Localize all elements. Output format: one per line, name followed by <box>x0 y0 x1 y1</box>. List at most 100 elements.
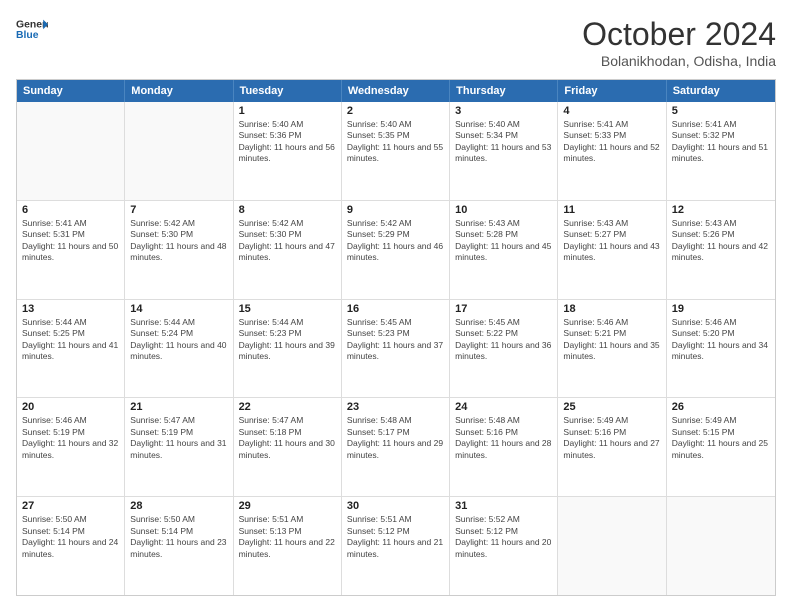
sunrise-text: Sunrise: 5:46 AM <box>22 415 119 426</box>
sunset-text: Sunset: 5:25 PM <box>22 328 119 339</box>
header-day-wednesday: Wednesday <box>342 80 450 102</box>
sunset-text: Sunset: 5:12 PM <box>347 526 444 537</box>
sunrise-text: Sunrise: 5:41 AM <box>672 119 770 130</box>
sunrise-text: Sunrise: 5:47 AM <box>130 415 227 426</box>
sunrise-text: Sunrise: 5:49 AM <box>563 415 660 426</box>
calendar-header: SundayMondayTuesdayWednesdayThursdayFrid… <box>17 80 775 102</box>
sunrise-text: Sunrise: 5:50 AM <box>22 514 119 525</box>
calendar-cell: 11Sunrise: 5:43 AMSunset: 5:27 PMDayligh… <box>558 201 666 299</box>
calendar-cell <box>667 497 775 595</box>
header-day-tuesday: Tuesday <box>234 80 342 102</box>
daylight-text: Daylight: 11 hours and 24 minutes. <box>22 537 119 560</box>
day-number: 13 <box>22 303 119 315</box>
sunset-text: Sunset: 5:24 PM <box>130 328 227 339</box>
calendar-cell: 21Sunrise: 5:47 AMSunset: 5:19 PMDayligh… <box>125 398 233 496</box>
daylight-text: Daylight: 11 hours and 28 minutes. <box>455 438 552 461</box>
calendar-cell: 4Sunrise: 5:41 AMSunset: 5:33 PMDaylight… <box>558 102 666 200</box>
day-number: 27 <box>22 500 119 512</box>
day-number: 9 <box>347 204 444 216</box>
day-number: 26 <box>672 401 770 413</box>
header-day-sunday: Sunday <box>17 80 125 102</box>
day-number: 29 <box>239 500 336 512</box>
calendar-row-2: 6Sunrise: 5:41 AMSunset: 5:31 PMDaylight… <box>17 201 775 300</box>
calendar-cell: 24Sunrise: 5:48 AMSunset: 5:16 PMDayligh… <box>450 398 558 496</box>
sunrise-text: Sunrise: 5:51 AM <box>239 514 336 525</box>
day-number: 23 <box>347 401 444 413</box>
header-day-monday: Monday <box>125 80 233 102</box>
sunset-text: Sunset: 5:19 PM <box>130 427 227 438</box>
daylight-text: Daylight: 11 hours and 23 minutes. <box>130 537 227 560</box>
title-section: October 2024 Bolanikhodan, Odisha, India <box>582 16 776 69</box>
daylight-text: Daylight: 11 hours and 51 minutes. <box>672 142 770 165</box>
sunrise-text: Sunrise: 5:44 AM <box>239 317 336 328</box>
day-number: 6 <box>22 204 119 216</box>
day-number: 3 <box>455 105 552 117</box>
sunrise-text: Sunrise: 5:43 AM <box>672 218 770 229</box>
calendar-cell: 19Sunrise: 5:46 AMSunset: 5:20 PMDayligh… <box>667 300 775 398</box>
day-number: 19 <box>672 303 770 315</box>
day-number: 31 <box>455 500 552 512</box>
calendar-body: 1 Sunrise: 5:40 AM Sunset: 5:36 PM Daylight… <box>17 102 775 595</box>
day-number: 2 <box>347 105 444 117</box>
sunset-text: Sunset: 5:30 PM <box>130 229 227 240</box>
calendar-cell: 15Sunrise: 5:44 AMSunset: 5:23 PMDayligh… <box>234 300 342 398</box>
sunset-text: Sunset: 5:21 PM <box>563 328 660 339</box>
sunset-text: Sunset: 5:36 PM <box>239 130 336 141</box>
calendar-cell: 1Sunrise: 5:40 AMSunset: 5:36 PMDaylight… <box>234 102 342 200</box>
day-number: 5 <box>672 105 770 117</box>
daylight-text: Daylight: 11 hours and 34 minutes. <box>672 340 770 363</box>
calendar-cell: 5 Sunrise: 5:41 AMSunset: 5:32 PMDaylight… <box>667 102 775 200</box>
calendar-cell: 3 Sunrise: 5:40 AMSunset: 5:34 PMDaylight… <box>450 102 558 200</box>
calendar-cell: 16Sunrise: 5:45 AMSunset: 5:23 PMDayligh… <box>342 300 450 398</box>
sunset-text: Sunset: 5:26 PM <box>672 229 770 240</box>
calendar-cell: 30Sunrise: 5:51 AMSunset: 5:12 PMDayligh… <box>342 497 450 595</box>
calendar-cell: 29Sunrise: 5:51 AMSunset: 5:13 PMDayligh… <box>234 497 342 595</box>
calendar-cell: 22Sunrise: 5:47 AMSunset: 5:18 PMDayligh… <box>234 398 342 496</box>
sunset-text: Sunset: 5:23 PM <box>239 328 336 339</box>
calendar-cell: 31Sunrise: 5:52 AMSunset: 5:12 PMDayligh… <box>450 497 558 595</box>
daylight-text: Daylight: 11 hours and 46 minutes. <box>347 241 444 264</box>
sunset-text: Sunset: 5:35 PM <box>347 130 444 141</box>
sunrise-text: Sunrise: 5:46 AM <box>563 317 660 328</box>
sunrise-text: Sunrise: 5:41 AM <box>563 119 660 130</box>
calendar: SundayMondayTuesdayWednesdayThursdayFrid… <box>16 79 776 596</box>
sunset-text: Sunset: 5:29 PM <box>347 229 444 240</box>
day-number: 18 <box>563 303 660 315</box>
daylight-text: Daylight: 11 hours and 42 minutes. <box>672 241 770 264</box>
daylight-text: Daylight: 11 hours and 53 minutes. <box>455 142 552 165</box>
daylight-text: Daylight: 11 hours and 50 minutes. <box>22 241 119 264</box>
day-number: 21 <box>130 401 227 413</box>
sunrise-text: Sunrise: 5:44 AM <box>22 317 119 328</box>
sunset-text: Sunset: 5:18 PM <box>239 427 336 438</box>
sunrise-text: Sunrise: 5:40 AM <box>455 119 552 130</box>
daylight-text: Daylight: 11 hours and 20 minutes. <box>455 537 552 560</box>
sunset-text: Sunset: 5:19 PM <box>22 427 119 438</box>
sunset-text: Sunset: 5:32 PM <box>672 130 770 141</box>
day-number: 1 <box>239 105 336 117</box>
calendar-cell: 25Sunrise: 5:49 AMSunset: 5:16 PMDayligh… <box>558 398 666 496</box>
calendar-cell: 6Sunrise: 5:41 AMSunset: 5:31 PMDaylight… <box>17 201 125 299</box>
daylight-text: Daylight: 11 hours and 37 minutes. <box>347 340 444 363</box>
day-number: 4 <box>563 105 660 117</box>
sunrise-text: Sunrise: 5:42 AM <box>347 218 444 229</box>
header-day-friday: Friday <box>558 80 666 102</box>
sunset-text: Sunset: 5:22 PM <box>455 328 552 339</box>
day-number: 24 <box>455 401 552 413</box>
calendar-row-5: 27Sunrise: 5:50 AMSunset: 5:14 PMDayligh… <box>17 497 775 595</box>
daylight-text: Daylight: 11 hours and 22 minutes. <box>239 537 336 560</box>
sunset-text: Sunset: 5:34 PM <box>455 130 552 141</box>
header: General Blue October 2024 Bolanikhodan, … <box>16 16 776 69</box>
daylight-text: Daylight: 11 hours and 27 minutes. <box>563 438 660 461</box>
daylight-text: Daylight: 11 hours and 21 minutes. <box>347 537 444 560</box>
sunset-text: Sunset: 5:14 PM <box>22 526 119 537</box>
header-day-saturday: Saturday <box>667 80 775 102</box>
sunset-text: Sunset: 5:16 PM <box>455 427 552 438</box>
sunrise-text: Sunrise: 5:43 AM <box>563 218 660 229</box>
calendar-cell: 13Sunrise: 5:44 AMSunset: 5:25 PMDayligh… <box>17 300 125 398</box>
calendar-row-1: 1 Sunrise: 5:40 AM Sunset: 5:36 PM Daylight… <box>17 102 775 201</box>
calendar-cell: 28Sunrise: 5:50 AMSunset: 5:14 PMDayligh… <box>125 497 233 595</box>
calendar-cell <box>125 102 233 200</box>
sunrise-text: Sunrise: 5:41 AM <box>22 218 119 229</box>
day-number: 15 <box>239 303 336 315</box>
calendar-cell: 20Sunrise: 5:46 AMSunset: 5:19 PMDayligh… <box>17 398 125 496</box>
